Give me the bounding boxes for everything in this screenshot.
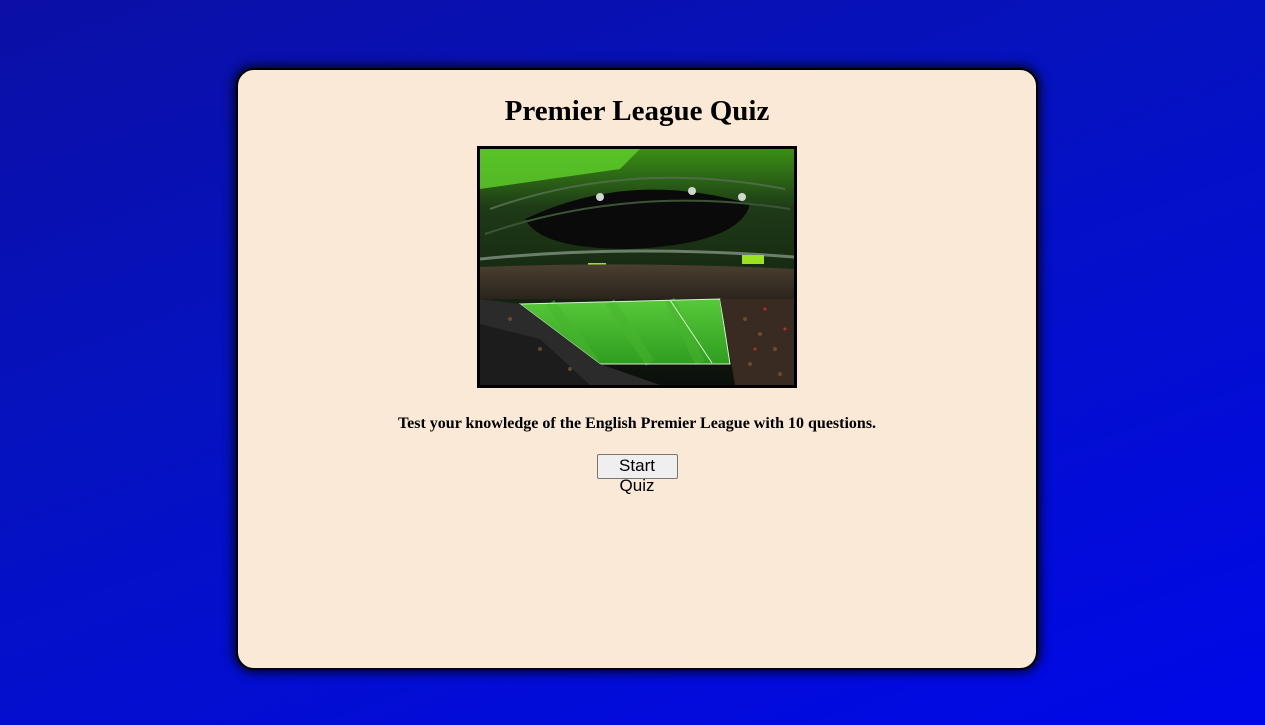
start-quiz-button[interactable]: Start Quiz (596, 454, 678, 495)
stadium-image (477, 146, 797, 388)
quiz-description: Test your knowledge of the English Premi… (397, 415, 877, 432)
quiz-card: Premier League Quiz Test your knowledge … (236, 68, 1038, 670)
page-title: Premier League Quiz (504, 95, 770, 127)
